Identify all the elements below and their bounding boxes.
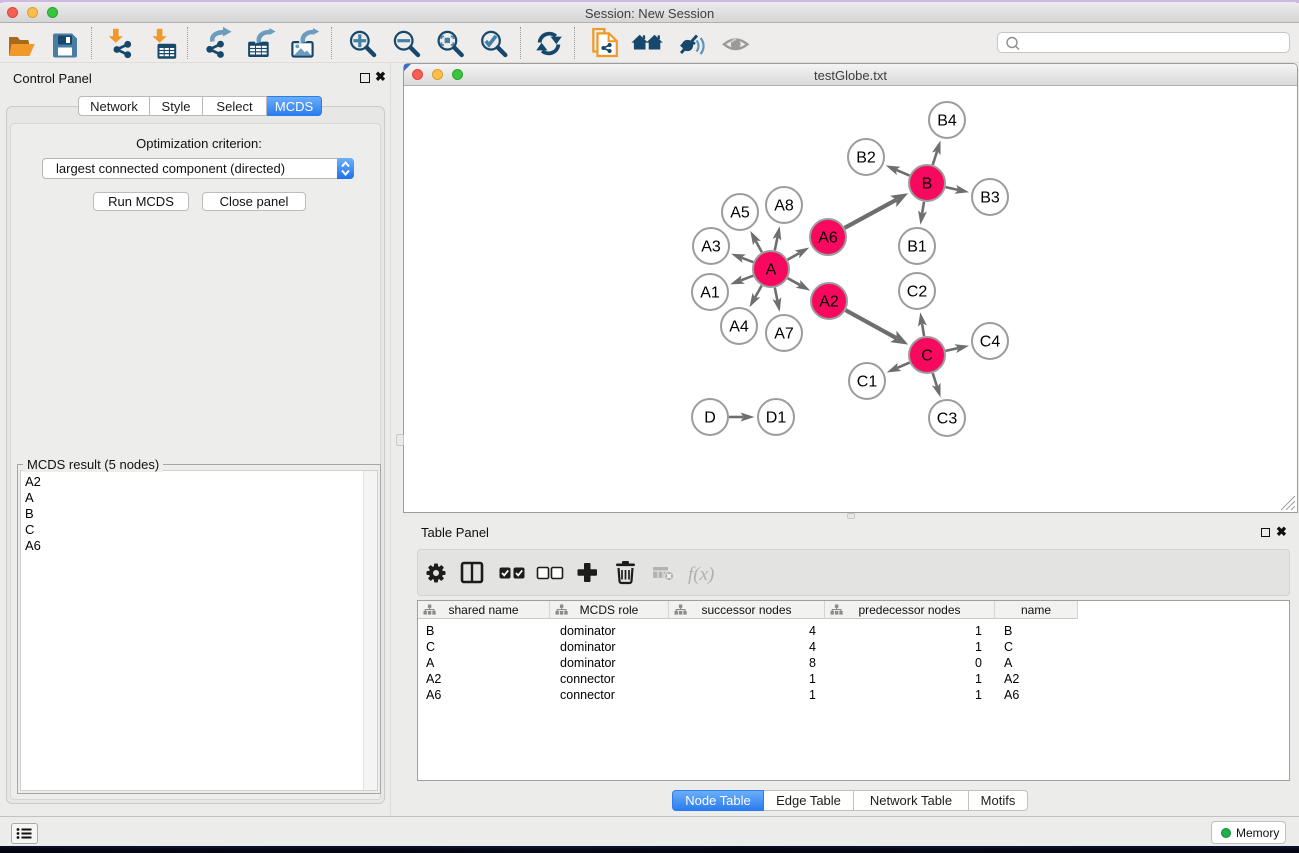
svg-text:B2: B2 [856,150,876,167]
svg-text:C2: C2 [907,284,928,301]
svg-text:C: C [921,348,933,365]
svg-text:B: B [922,176,933,193]
svg-text:C4: C4 [980,334,1001,351]
svg-text:A8: A8 [774,198,794,215]
svg-text:D1: D1 [766,410,787,427]
svg-text:A: A [766,262,777,279]
svg-text:C1: C1 [857,374,878,391]
svg-text:f(x): f(x) [688,564,714,585]
svg-text:B4: B4 [937,113,957,130]
svg-text:C3: C3 [937,411,958,428]
svg-text:A4: A4 [729,319,749,336]
svg-text:A2: A2 [819,294,839,311]
svg-text:A5: A5 [730,205,750,222]
svg-text:D: D [704,410,716,427]
svg-text:B3: B3 [980,190,1000,207]
svg-text:A3: A3 [701,239,721,256]
svg-text:B1: B1 [907,239,927,256]
svg-text:A1: A1 [700,285,720,302]
svg-text:A7: A7 [774,326,794,343]
svg-text:A6: A6 [818,230,838,247]
